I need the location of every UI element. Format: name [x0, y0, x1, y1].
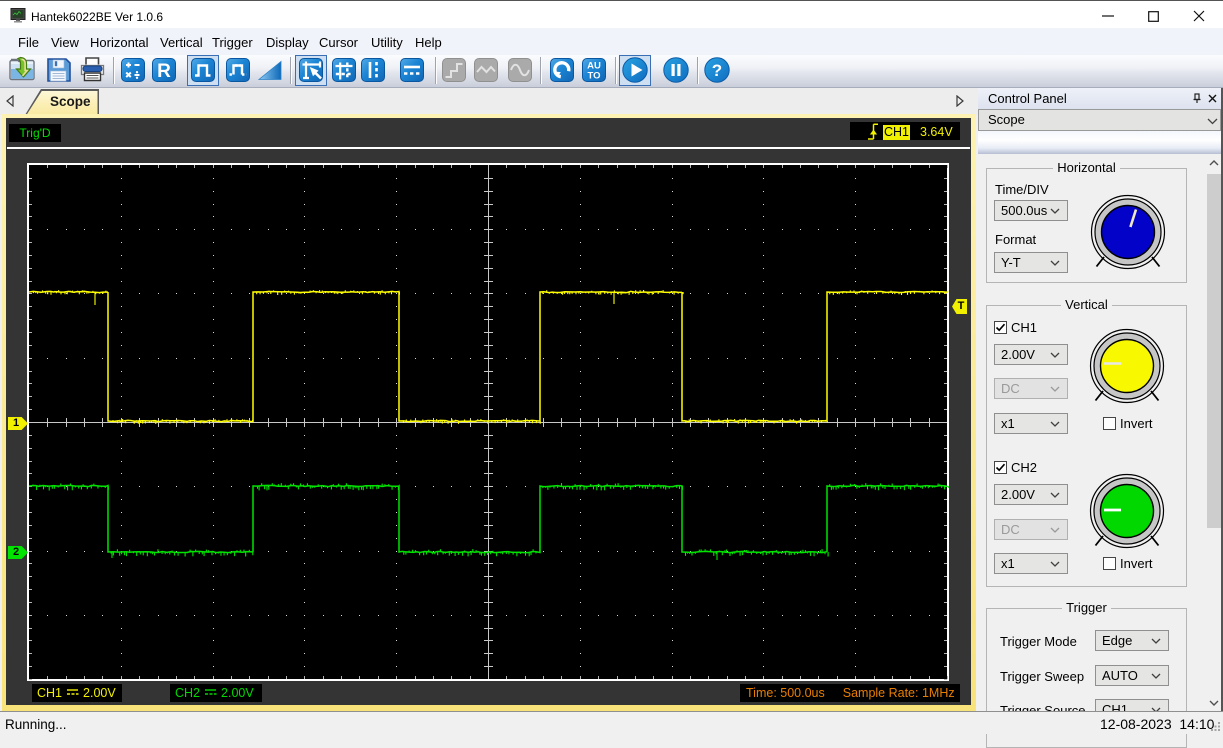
svg-text:TO: TO — [587, 71, 600, 82]
svg-text:?: ? — [712, 61, 722, 80]
svg-text:R: R — [157, 61, 171, 82]
